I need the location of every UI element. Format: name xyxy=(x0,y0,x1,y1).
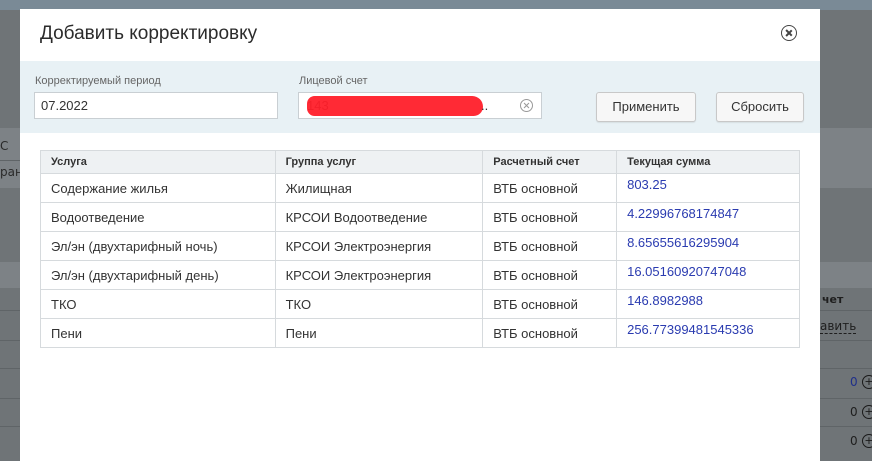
cell-account: ВТБ основной xyxy=(482,231,618,261)
cell-service: Эл/эн (двухтарифный день) xyxy=(40,260,276,290)
cell-service: ТКО xyxy=(40,289,276,319)
account-label: Лицевой счет xyxy=(299,75,368,87)
cell-amount-link[interactable]: 16.05160920747048 xyxy=(616,260,800,290)
account-value-ellipsis: .. xyxy=(481,98,489,113)
cell-account: ВТБ основной xyxy=(482,173,618,203)
clear-icon[interactable] xyxy=(520,99,533,112)
table-row[interactable]: Эл/эн (двухтарифный ночь) КРСОИ Электроэ… xyxy=(40,231,800,261)
column-header-service[interactable]: Услуга xyxy=(40,150,276,174)
period-input[interactable]: 07.2022 xyxy=(34,92,278,119)
cell-service: Содержание жилья xyxy=(40,173,276,203)
cell-amount-link[interactable]: 8.65655616295904 xyxy=(616,231,800,261)
background-count: 0 xyxy=(850,434,858,448)
background-add-link[interactable]: авить xyxy=(820,319,857,334)
cell-service: Пени xyxy=(40,318,276,348)
corrections-table: Услуга Группа услуг Расчетный счет Текущ… xyxy=(40,150,800,348)
column-header-account[interactable]: Расчетный счет xyxy=(482,150,618,174)
table-header-row: Услуга Группа услуг Расчетный счет Текущ… xyxy=(40,150,800,174)
cell-group: КРСОИ Электроэнергия xyxy=(274,260,484,290)
cell-group: Пени xyxy=(274,318,484,348)
modal-title: Добавить корректировку xyxy=(40,23,258,44)
cell-group: КРСОИ Водоотведение xyxy=(274,202,484,232)
background-column-header: чет xyxy=(822,293,844,306)
redaction-mark xyxy=(307,96,483,116)
cell-group: КРСОИ Электроэнергия xyxy=(274,231,484,261)
period-value: 07.2022 xyxy=(41,98,88,113)
account-input[interactable]: 143 .. xyxy=(298,92,542,119)
table-row[interactable]: ТКО ТКО ВТБ основной 146.8982988 xyxy=(40,289,800,319)
column-header-group[interactable]: Группа услуг xyxy=(274,150,484,174)
table-row[interactable]: Водоотведение КРСОИ Водоотведение ВТБ ос… xyxy=(40,202,800,232)
cell-group: Жилищная xyxy=(274,173,484,203)
cell-amount-link[interactable]: 256.77399481545336 xyxy=(616,318,800,348)
add-icon[interactable]: + xyxy=(862,405,872,419)
background-count: 0 xyxy=(850,375,858,389)
background-text-fragment: С xyxy=(0,139,9,153)
background-count: 0 xyxy=(850,405,858,419)
add-icon[interactable]: + xyxy=(862,434,872,448)
table-row[interactable]: Эл/эн (двухтарифный день) КРСОИ Электроэ… xyxy=(40,260,800,290)
close-icon[interactable] xyxy=(781,25,797,41)
cell-account: ВТБ основной xyxy=(482,289,618,319)
cell-amount-link[interactable]: 146.8982988 xyxy=(616,289,800,319)
cell-account: ВТБ основной xyxy=(482,202,618,232)
reset-button[interactable]: Сбросить xyxy=(716,92,804,122)
column-header-amount[interactable]: Текущая сумма xyxy=(616,150,800,174)
filter-panel: Корректируемый период 07.2022 Лицевой сч… xyxy=(20,61,820,133)
apply-button[interactable]: Применить xyxy=(596,92,696,122)
add-icon[interactable]: + xyxy=(862,375,872,389)
cell-group: ТКО xyxy=(274,289,484,319)
cell-service: Водоотведение xyxy=(40,202,276,232)
table-row[interactable]: Содержание жилья Жилищная ВТБ основной 8… xyxy=(40,173,800,203)
cell-account: ВТБ основной xyxy=(482,318,618,348)
period-label: Корректируемый период xyxy=(35,75,161,87)
table-row[interactable]: Пени Пени ВТБ основной 256.7739948154533… xyxy=(40,318,800,348)
background-divider xyxy=(0,160,20,161)
cell-account: ВТБ основной xyxy=(482,260,618,290)
cell-service: Эл/эн (двухтарифный ночь) xyxy=(40,231,276,261)
cell-amount-link[interactable]: 4.22996768174847 xyxy=(616,202,800,232)
add-correction-modal: Добавить корректировку Корректируемый пе… xyxy=(20,9,820,461)
cell-amount-link[interactable]: 803.25 xyxy=(616,173,800,203)
